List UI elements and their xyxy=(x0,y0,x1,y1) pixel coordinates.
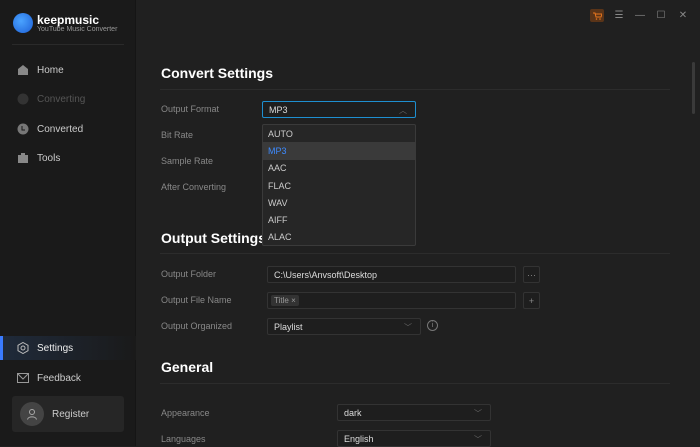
select-value: Playlist xyxy=(274,321,303,332)
select-value: dark xyxy=(344,407,362,418)
section-title: General xyxy=(161,359,214,375)
sidebar-item-feedback[interactable]: Feedback xyxy=(0,366,136,390)
chevron-down-icon: ﹀ xyxy=(474,409,482,418)
sidebar: keepmusic YouTube Music Converter Home C… xyxy=(0,0,136,446)
select-value: MP3 xyxy=(269,104,288,115)
app-name: keepmusic xyxy=(37,13,100,27)
appearance-select[interactable]: dark ﹀ xyxy=(337,404,491,421)
app-logo-icon xyxy=(13,13,33,33)
output-file-name-label: Output File Name xyxy=(161,295,232,305)
output-format-label: Output Format xyxy=(161,104,220,114)
option-aiff[interactable]: AIFF xyxy=(263,211,415,228)
option-auto[interactable]: AUTO xyxy=(263,125,415,142)
output-organized-label: Output Organized xyxy=(161,321,233,331)
user-icon xyxy=(27,409,37,420)
languages-select[interactable]: English ﹀ xyxy=(337,430,491,447)
nav-label: Settings xyxy=(37,342,74,354)
output-folder-label: Output Folder xyxy=(161,269,217,279)
info-icon[interactable]: i xyxy=(427,320,438,331)
clock-icon xyxy=(17,123,29,135)
output-format-dropdown: AUTO MP3 AAC FLAC WAV AIFF ALAC xyxy=(262,124,416,246)
output-organized-select[interactable]: Playlist ﹀ xyxy=(267,318,421,335)
cart-button[interactable] xyxy=(590,9,604,22)
avatar xyxy=(20,402,44,426)
remove-tag-icon[interactable]: × xyxy=(291,296,296,305)
browse-button[interactable]: ··· xyxy=(523,266,540,283)
languages-label: Languages xyxy=(161,434,206,444)
sample-rate-label: Sample Rate xyxy=(161,156,214,166)
option-aac[interactable]: AAC xyxy=(263,160,415,177)
divider xyxy=(160,89,670,90)
option-flac[interactable]: FLAC xyxy=(263,177,415,194)
add-tag-button[interactable]: + xyxy=(523,292,540,309)
tag-label: Title xyxy=(274,296,289,305)
nav-label: Feedback xyxy=(37,372,81,384)
register-button[interactable]: Register xyxy=(12,396,124,432)
divider xyxy=(160,383,670,384)
gear-icon xyxy=(17,342,29,354)
scrollbar[interactable] xyxy=(692,62,695,114)
section-title: Output Settings xyxy=(161,230,266,246)
mail-icon xyxy=(17,373,29,383)
output-format-select[interactable]: MP3 ︿ xyxy=(262,101,416,118)
option-alac[interactable]: ALAC xyxy=(263,229,415,246)
section-title: Convert Settings xyxy=(161,65,274,81)
appearance-label: Appearance xyxy=(161,408,210,418)
nav-label: Converted xyxy=(37,123,84,135)
sidebar-item-tools[interactable]: Tools xyxy=(0,146,136,170)
minimize-icon[interactable]: — xyxy=(634,9,646,21)
chevron-down-icon: ﹀ xyxy=(404,323,412,332)
chevron-down-icon: ﹀ xyxy=(474,435,482,444)
maximize-icon[interactable]: ☐ xyxy=(655,9,667,21)
output-file-name-input[interactable]: Title × xyxy=(267,292,516,309)
converting-icon xyxy=(17,93,29,105)
toolbox-icon xyxy=(18,153,28,163)
after-converting-label: After Converting xyxy=(161,182,227,192)
register-label: Register xyxy=(52,408,90,420)
chevron-up-icon: ︿ xyxy=(399,106,407,115)
option-mp3[interactable]: MP3 xyxy=(263,142,415,160)
output-folder-input[interactable]: C:\Users\Anvsoft\Desktop xyxy=(267,266,516,283)
nav-label: Converting xyxy=(37,93,86,105)
sidebar-item-converting[interactable]: Converting xyxy=(0,87,136,111)
cart-icon xyxy=(592,12,602,20)
divider xyxy=(160,253,670,254)
sidebar-item-settings[interactable]: Settings xyxy=(0,336,136,360)
tag-chip[interactable]: Title × xyxy=(271,295,299,306)
home-icon xyxy=(18,65,28,75)
menu-icon[interactable]: ☰ xyxy=(613,9,625,21)
sidebar-item-converted[interactable]: Converted xyxy=(0,117,136,141)
bit-rate-label: Bit Rate xyxy=(161,130,194,140)
close-icon[interactable]: ✕ xyxy=(677,9,689,21)
select-value: English xyxy=(344,433,374,444)
option-wav[interactable]: WAV xyxy=(263,194,415,211)
nav-label: Home xyxy=(37,64,64,76)
divider xyxy=(12,44,124,45)
nav-label: Tools xyxy=(37,152,61,164)
sidebar-item-home[interactable]: Home xyxy=(0,58,136,82)
app-subtitle: YouTube Music Converter xyxy=(37,26,118,33)
